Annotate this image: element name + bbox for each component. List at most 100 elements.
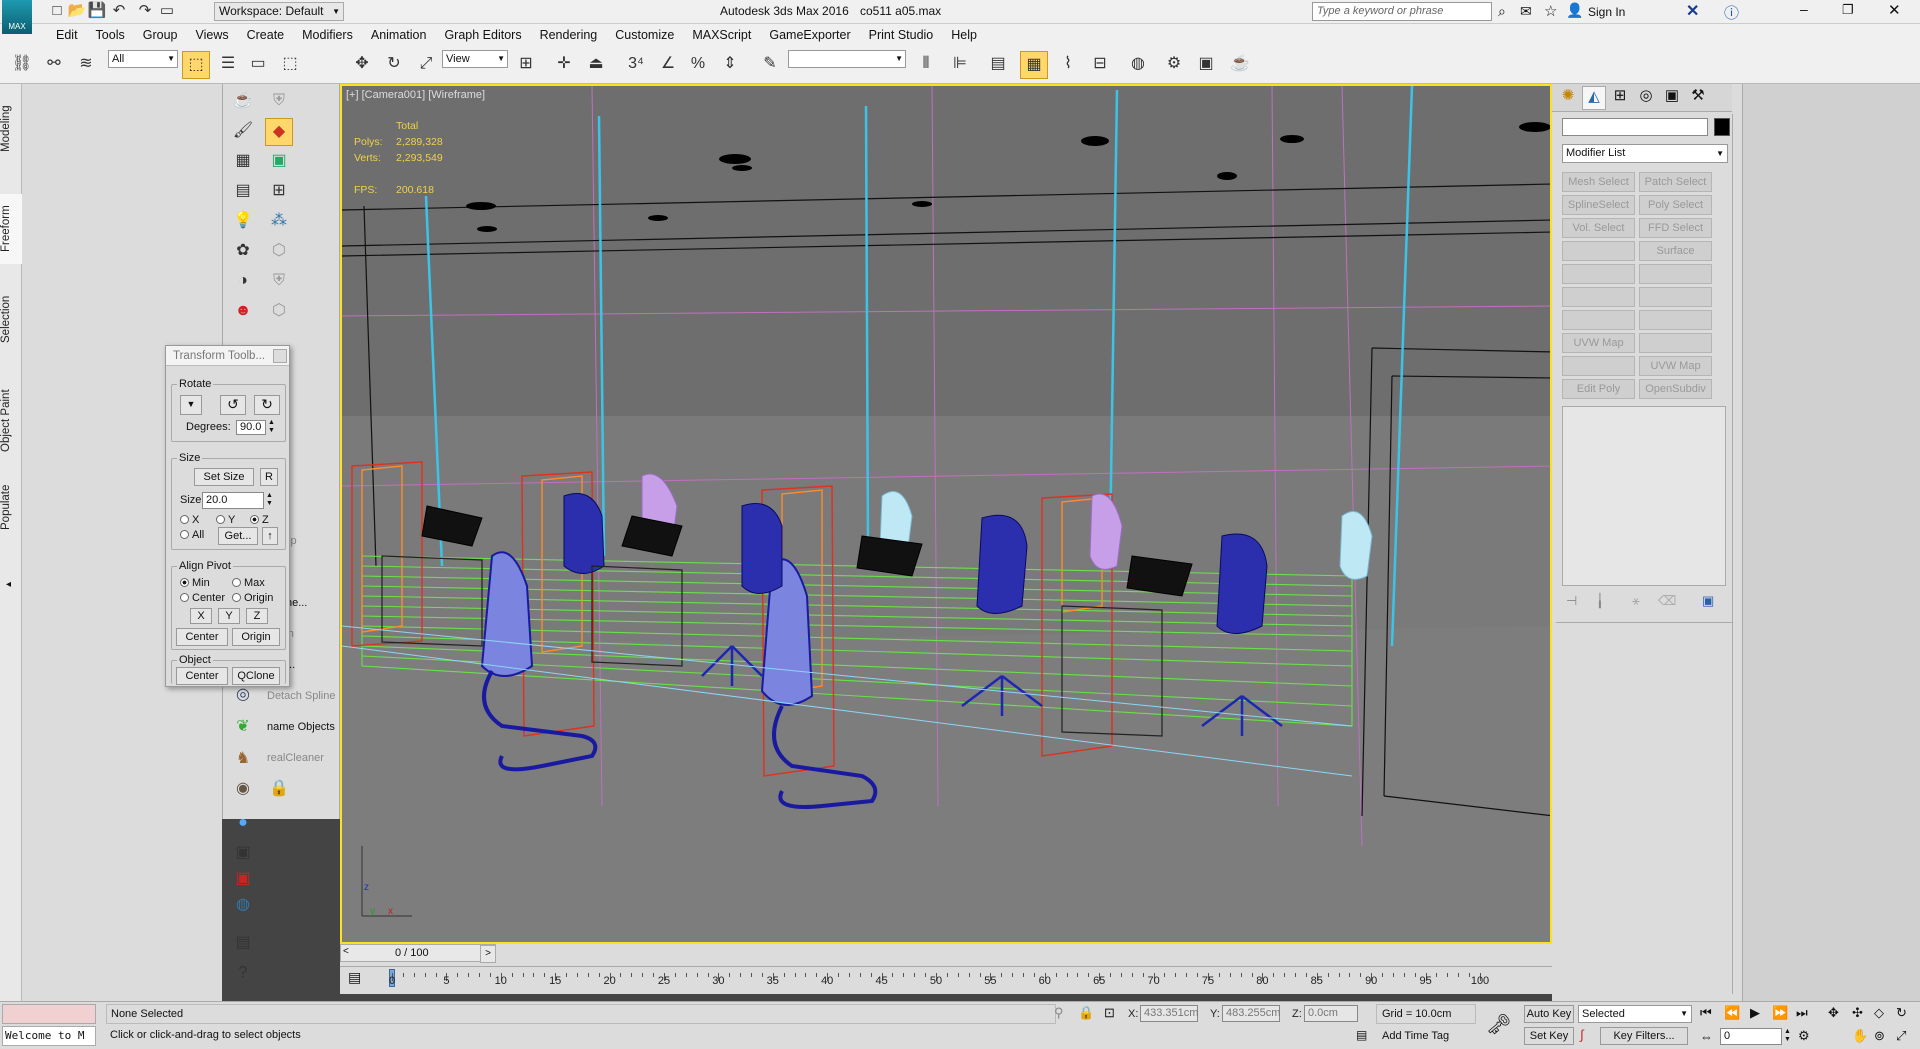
select-and-move-icon[interactable]: ✥ — [348, 51, 376, 79]
menu-views[interactable]: Views — [186, 24, 237, 46]
align-icon[interactable]: ⊫ — [946, 51, 974, 79]
snaps-toggle-icon[interactable]: 3⁴ — [622, 51, 650, 79]
communication-icon[interactable]: ✉ — [1520, 3, 1532, 20]
menu-print-studio[interactable]: Print Studio — [860, 24, 943, 46]
modifier-button[interactable] — [1562, 241, 1635, 261]
stack-icon[interactable]: ▤ — [229, 930, 257, 958]
material-sphere-icon[interactable]: ◆ — [265, 118, 293, 146]
rotate-ccw-icon[interactable]: ↺ — [220, 395, 246, 415]
object-center-button[interactable]: Center — [176, 667, 228, 685]
deer-icon[interactable]: ♞ — [229, 746, 257, 774]
pan-view-icon[interactable]: ✥ — [1828, 1005, 1839, 1021]
select-by-name-icon[interactable]: ☰ — [214, 51, 242, 79]
unlink-icon[interactable]: ⚯ — [40, 51, 68, 79]
sphere-texture-icon[interactable]: ◉ — [229, 776, 257, 804]
menu-group[interactable]: Group — [134, 24, 187, 46]
select-and-scale-icon[interactable]: ⤢ — [412, 51, 440, 79]
material-editor-icon[interactable]: ◍ — [1124, 51, 1152, 79]
modifier-list-dropdown[interactable]: Modifier List ▼ — [1562, 144, 1728, 163]
mirror-icon[interactable]: ⫴ — [912, 51, 940, 79]
pivot-origin-radio[interactable]: Origin — [232, 592, 273, 604]
schematic-view-icon[interactable]: ⊟ — [1086, 51, 1114, 79]
modifier-button[interactable]: Edit Poly — [1562, 379, 1635, 399]
hierarchy-tab-icon[interactable]: ⊞ — [1608, 86, 1632, 110]
y-coordinate-field[interactable]: 483.255cm — [1222, 1005, 1280, 1022]
percent-snap-icon[interactable]: % — [684, 51, 712, 79]
utilities-tab-icon[interactable]: ⚒ — [1686, 86, 1710, 110]
make-unique-icon[interactable]: ⚹ — [1632, 593, 1640, 609]
time-tag-icon[interactable]: ▤ — [1356, 1028, 1367, 1042]
object-color-swatch[interactable] — [1714, 118, 1730, 136]
menu-maxscript[interactable]: MAXScript — [683, 24, 760, 46]
rectangular-selection-icon[interactable]: ▭ — [244, 51, 272, 79]
selection-filter-dropdown[interactable]: All ▼ — [108, 50, 178, 68]
orbit-icon[interactable]: ✣ — [1852, 1005, 1863, 1021]
workspace-dropdown[interactable]: Workspace: Default ▼ — [214, 2, 344, 21]
configure-modifier-sets-icon[interactable]: ▣ — [1702, 593, 1714, 609]
select-and-rotate-icon[interactable]: ↻ — [380, 51, 408, 79]
tab-freeform[interactable]: Freeform — [0, 194, 22, 264]
menu-edit[interactable]: Edit — [47, 24, 87, 46]
favorites-icon[interactable]: ☆ — [1544, 2, 1557, 20]
reference-coordinate-dropdown[interactable]: View ▼ — [442, 50, 508, 68]
monitor-icon[interactable]: ▣ — [265, 148, 293, 176]
calculator-icon[interactable]: ▦ — [229, 148, 257, 176]
user-icon[interactable]: 👤 — [1566, 2, 1583, 19]
search-icon[interactable]: ⌕ — [1498, 3, 1506, 20]
current-frame-field[interactable]: 0 — [1720, 1028, 1782, 1045]
maximize-viewport-icon[interactable]: ⤢ — [1896, 1028, 1906, 1044]
motion-tab-icon[interactable]: ◎ — [1634, 86, 1658, 110]
degrees-spinner-icon[interactable]: ▲ ▼ — [268, 419, 275, 435]
viewport-label[interactable]: [+] [Camera001] [Wireframe] — [346, 89, 485, 101]
get-button[interactable]: Get... — [218, 527, 258, 545]
question-icon[interactable]: ? — [229, 960, 257, 988]
key-filters-button[interactable]: Key Filters... — [1600, 1027, 1688, 1045]
pin-stack-icon[interactable]: ⊣ — [1566, 593, 1577, 609]
modifier-button[interactable]: FFD Select — [1639, 218, 1712, 238]
search-input[interactable]: Type a keyword or phrase — [1312, 2, 1492, 21]
set-key-mode-icon[interactable]: 🗝 — [1486, 1012, 1511, 1037]
cmd-label-rename-objects[interactable]: name Objects — [267, 721, 335, 733]
modifier-button[interactable] — [1562, 287, 1635, 307]
close-icon[interactable] — [273, 349, 287, 363]
menu-animation[interactable]: Animation — [362, 24, 436, 46]
roll-icon[interactable]: ↻ — [1896, 1005, 1907, 1021]
field-of-view-icon[interactable]: ◇ — [1874, 1005, 1884, 1021]
modifier-button[interactable] — [1639, 310, 1712, 330]
pivot-center-radio[interactable]: Center — [180, 592, 225, 604]
camera-viewport[interactable]: z y x [+] [Camera001] [Wireframe] Total … — [340, 84, 1552, 944]
axis-y-radio[interactable]: Y — [216, 514, 235, 526]
network-icon[interactable]: ⊞ — [265, 178, 293, 206]
menu-modifiers[interactable]: Modifiers — [293, 24, 362, 46]
play-icon[interactable]: ▶ — [1750, 1005, 1760, 1021]
face-icon[interactable]: ☻ — [229, 298, 257, 326]
modifier-button[interactable]: OpenSubdiv — [1639, 379, 1712, 399]
up-arrow-icon[interactable]: ↑ — [262, 527, 278, 545]
app-logo-icon[interactable]: MAX — [2, 0, 32, 34]
pets-icon[interactable]: ✿ — [229, 238, 257, 266]
menu-rendering[interactable]: Rendering — [531, 24, 607, 46]
previous-frame-icon[interactable]: ⏪ — [1724, 1005, 1740, 1021]
bind-space-warp-icon[interactable]: ≋ — [72, 51, 100, 79]
modifier-stack[interactable] — [1562, 406, 1726, 586]
edit-named-selection-icon[interactable]: ✎ — [756, 51, 784, 79]
absolute-mode-icon[interactable]: ⊡ — [1104, 1005, 1115, 1021]
next-frame-icon[interactable]: ⏩ — [1772, 1005, 1788, 1021]
render-setup-icon[interactable]: ⚙ — [1160, 51, 1188, 79]
panel-scrollbar[interactable] — [1732, 114, 1742, 994]
sphere-icon[interactable]: ◑ — [229, 268, 257, 296]
track-bar[interactable]: ▤ 0 5 10 15 20 25 30 35 40 45 50 55 60 65 70 75 80 85 90 95… — [340, 966, 1552, 992]
pivot-max-radio[interactable]: Max — [232, 577, 265, 589]
table-icon[interactable]: ▤ — [229, 178, 257, 206]
menu-tools[interactable]: Tools — [87, 24, 134, 46]
named-selection-dropdown[interactable]: ▼ — [788, 50, 906, 68]
help-icon[interactable]: ⓘ — [1724, 2, 1739, 23]
tab-populate[interactable]: Populate — [0, 472, 22, 542]
r-button[interactable]: R — [260, 468, 278, 486]
restore-icon[interactable]: ❐ — [1842, 2, 1854, 18]
layer-explorer-icon[interactable]: ▦ — [1020, 51, 1048, 79]
tab-modeling[interactable]: Modeling — [0, 94, 22, 164]
exchange-icon[interactable]: ✕ — [1686, 1, 1699, 21]
project-folder-icon[interactable]: ▭ — [154, 0, 180, 24]
paint-icon[interactable]: 🖌 — [229, 118, 257, 146]
